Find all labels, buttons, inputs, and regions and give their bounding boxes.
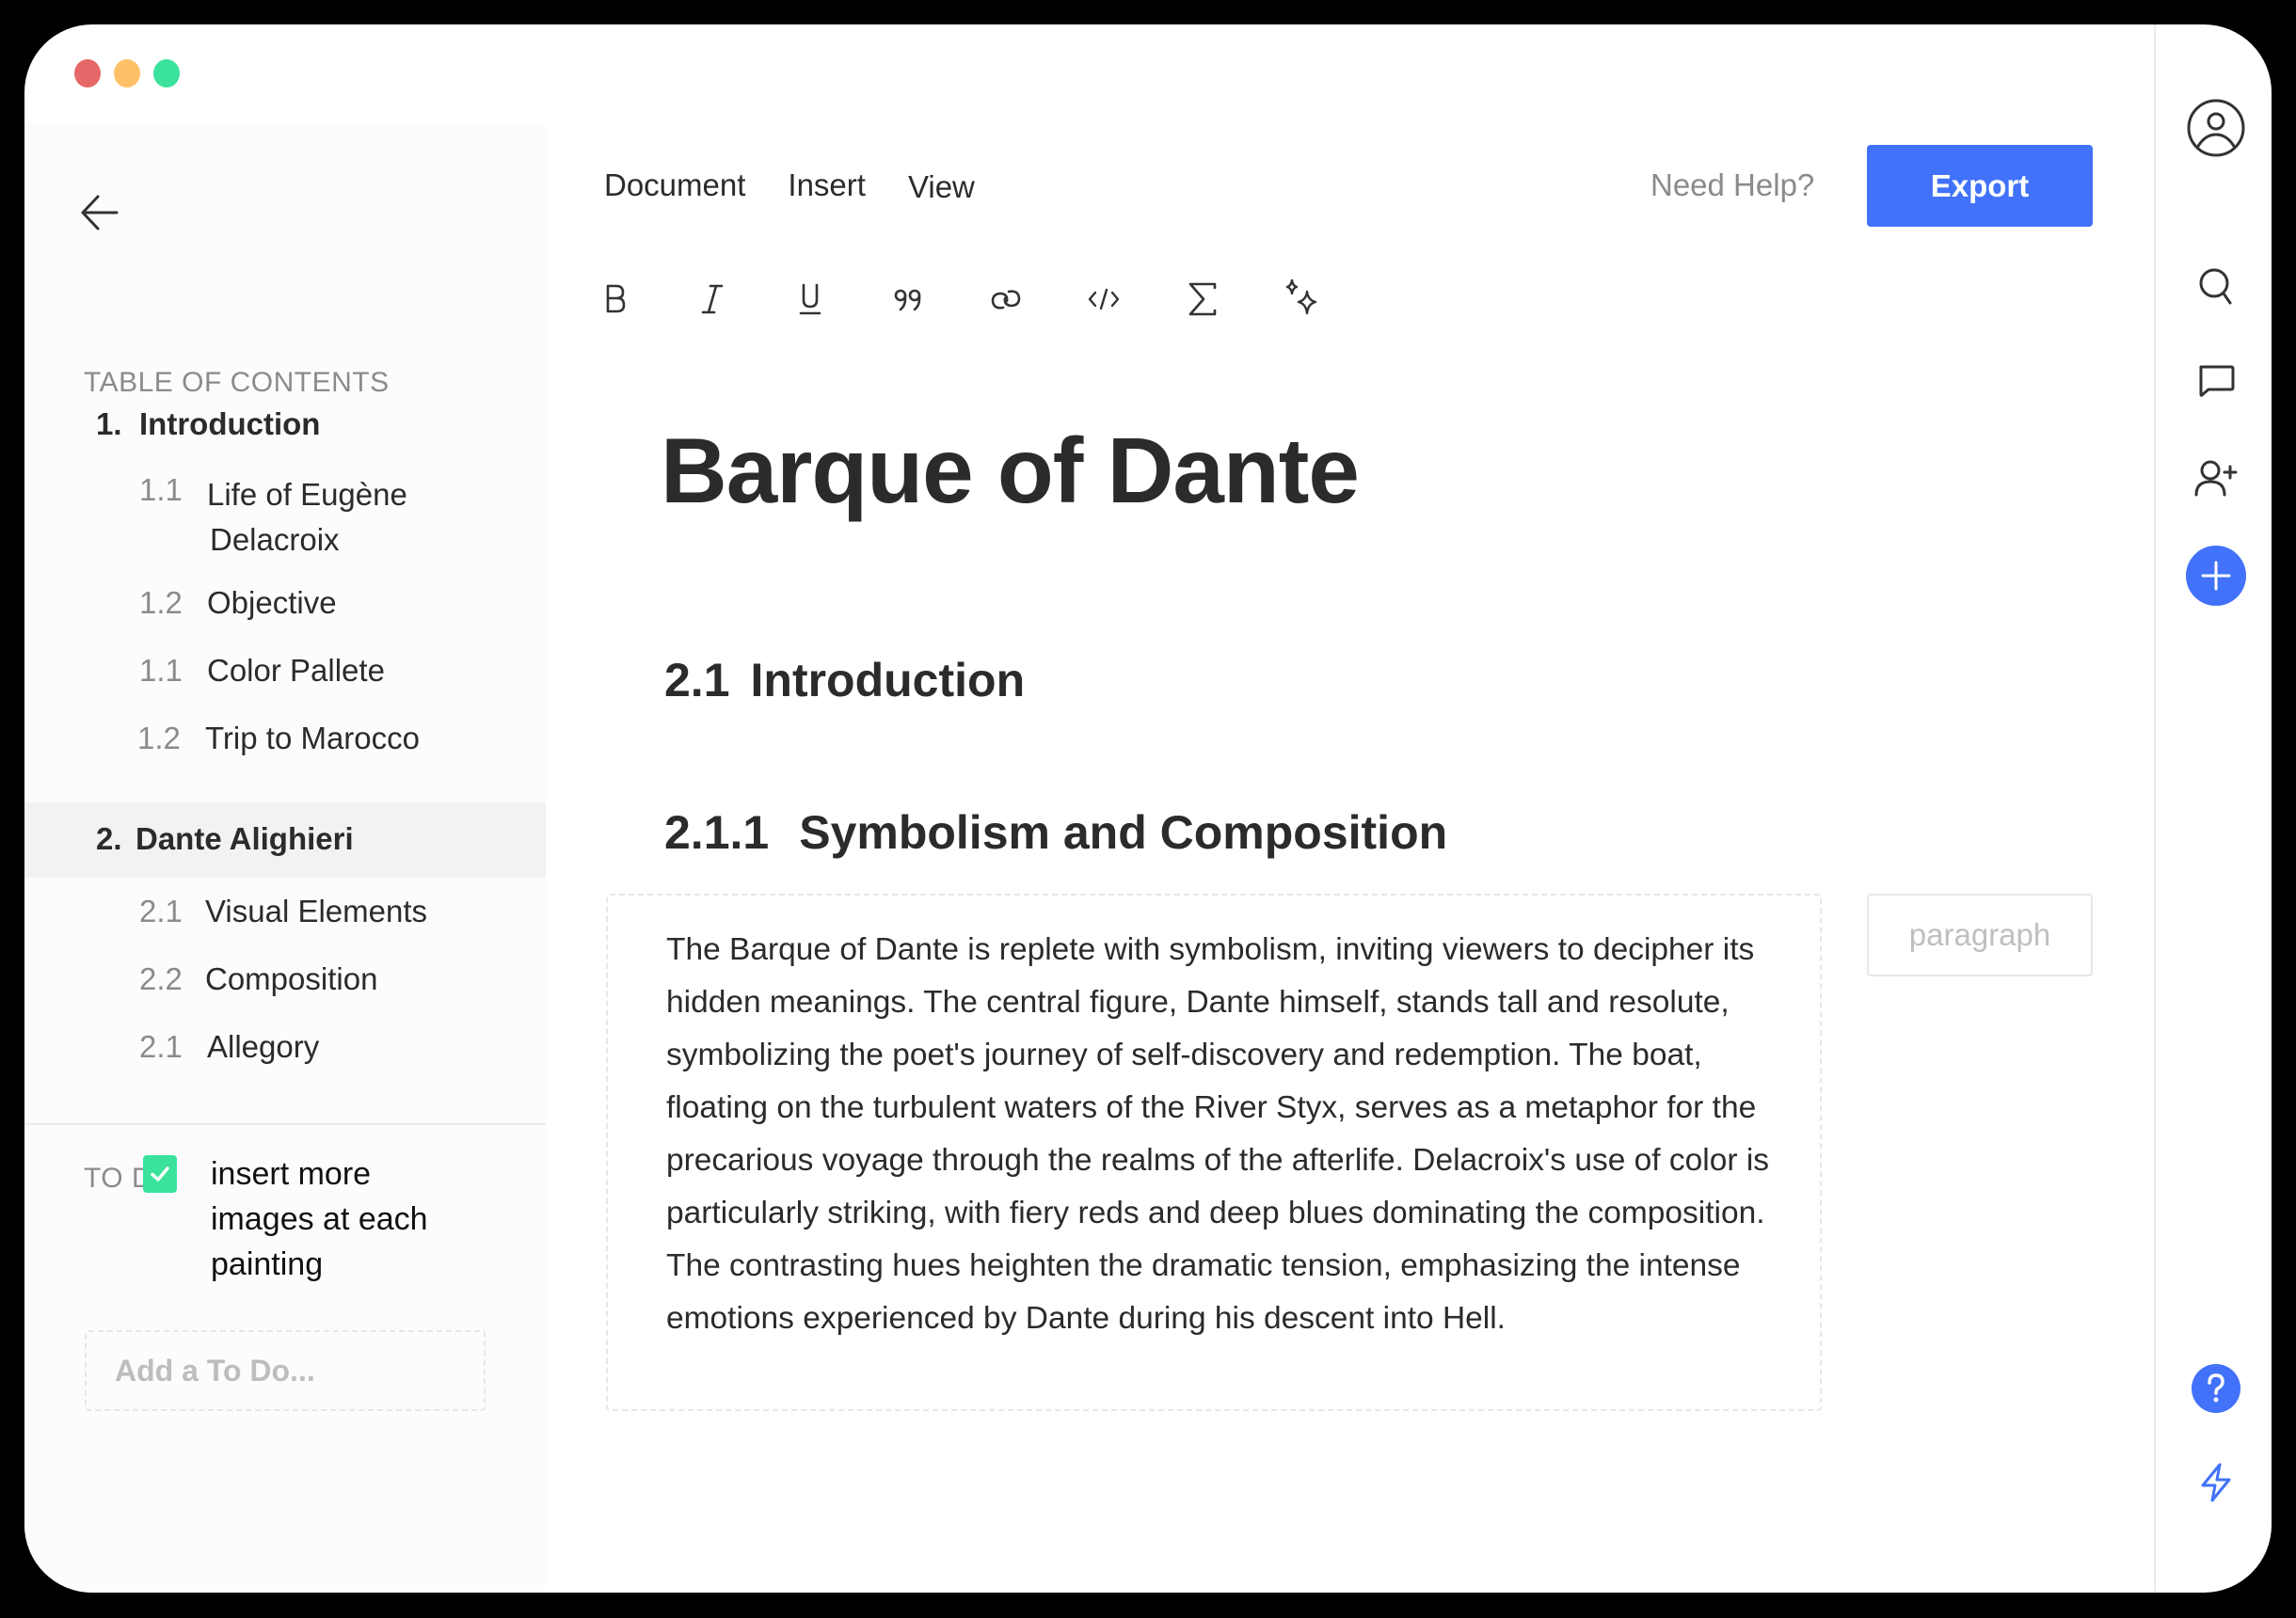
add-collaborator-button[interactable] <box>2186 448 2246 508</box>
help-button[interactable] <box>2186 1358 2246 1419</box>
sparkles-icon <box>1285 278 1317 315</box>
formula-button[interactable] <box>1178 273 1229 325</box>
need-help-link[interactable]: Need Help? <box>1650 167 1814 203</box>
toc-item-number: 2.2 <box>139 961 183 996</box>
toc-item-label: Allegory <box>207 1029 320 1064</box>
left-sidebar: TABLE OF CONTENTS 1. Introduction 1.1 Li… <box>24 124 546 1593</box>
toc-item-life-of-eugene-delacroix[interactable]: 1.1 Life of Eugène Delacroix <box>24 465 546 559</box>
comment-icon <box>2199 365 2235 397</box>
quick-actions-button[interactable] <box>2186 1452 2246 1513</box>
todo-checkbox[interactable] <box>143 1155 177 1193</box>
right-rail-divider <box>2154 24 2156 1593</box>
section-title: Introduction <box>750 654 1026 706</box>
toc-item-color-pallete[interactable]: 1.1 Color Pallete <box>24 645 546 702</box>
maximize-window-button[interactable] <box>153 59 180 87</box>
menu-insert[interactable]: Insert <box>788 167 866 205</box>
underline-icon <box>799 283 821 315</box>
subsection-title: Symbolism and Composition <box>799 806 1448 859</box>
add-todo-input[interactable] <box>85 1330 486 1411</box>
window-controls <box>74 59 180 87</box>
quote-button[interactable] <box>883 273 933 325</box>
toc-item-label: Composition <box>205 961 378 996</box>
toc-item-number: 2. <box>96 821 122 856</box>
todo-item: insert more images at each painting <box>143 1151 474 1287</box>
app-window: TABLE OF CONTENTS 1. Introduction 1.1 Li… <box>24 24 2272 1593</box>
minimize-window-button[interactable] <box>114 59 140 87</box>
sidebar-divider <box>24 1123 546 1125</box>
paragraph-block[interactable]: The Barque of Dante is replete with symb… <box>606 894 1822 1411</box>
bold-icon <box>606 284 626 313</box>
toc-item-label: Objective <box>207 585 337 620</box>
toc-item-label: Life of Eugène Delacroix <box>207 477 407 557</box>
toc-item-number: 1.1 <box>139 653 183 688</box>
close-window-button[interactable] <box>74 59 101 87</box>
add-button[interactable] <box>2186 546 2246 606</box>
link-button[interactable] <box>981 273 1031 325</box>
ai-assist-button[interactable] <box>1276 273 1327 325</box>
toc-item-number: 2.1 <box>139 1029 183 1064</box>
link-icon <box>991 290 1021 309</box>
section-number: 2.1 <box>664 654 730 706</box>
paragraph-text[interactable]: The Barque of Dante is replete with symb… <box>666 924 1795 1345</box>
add-icon <box>2186 546 2246 606</box>
menu-view[interactable]: View <box>908 169 975 205</box>
toc-item-objective[interactable]: 1.2 Objective <box>24 578 546 634</box>
underline-button[interactable] <box>785 273 836 325</box>
code-icon <box>1088 288 1120 310</box>
search-button[interactable] <box>2186 256 2246 316</box>
toc-item-number: 1. <box>96 406 122 441</box>
toc-item-visual-elements[interactable]: 2.1 Visual Elements <box>24 886 546 943</box>
help-icon <box>2192 1364 2240 1413</box>
toc-item-number: 1.2 <box>139 585 183 620</box>
checkmark-icon <box>151 1166 169 1182</box>
menu-document[interactable]: Document <box>604 167 745 205</box>
toc-item-label: Color Pallete <box>207 653 385 688</box>
quote-icon <box>894 289 921 311</box>
subsection-number: 2.1.1 <box>664 806 770 859</box>
toc-item-number: 1.1 <box>139 472 183 507</box>
toc-item-label: Visual Elements <box>205 894 428 928</box>
lightning-icon <box>2201 1463 2231 1502</box>
sigma-icon <box>1188 282 1217 316</box>
toc-item-allegory[interactable]: 2.1 Allegory <box>24 1022 546 1078</box>
italic-icon <box>701 284 724 314</box>
back-button[interactable] <box>79 192 120 233</box>
user-profile-icon <box>2187 99 2245 157</box>
block-style-selector[interactable]: paragraph <box>1867 894 2093 976</box>
export-button[interactable]: Export <box>1867 145 2093 227</box>
toc-item-number: 1.2 <box>137 721 181 755</box>
bold-button[interactable] <box>589 273 640 325</box>
document-title[interactable]: Barque of Dante <box>661 418 1360 524</box>
todo-text: insert more images at each painting <box>211 1156 428 1282</box>
comments-button[interactable] <box>2186 352 2246 412</box>
subsection-heading[interactable]: 2.1.1 Symbolism and Composition <box>664 805 1447 860</box>
italic-button[interactable] <box>687 273 738 325</box>
toc-title: TABLE OF CONTENTS <box>84 367 390 398</box>
toc-item-label: Dante Alighieri <box>136 821 354 856</box>
menu-bar: Document Insert View <box>604 167 1017 205</box>
toc-item-trip-to-marocco[interactable]: 1.2 Trip to Marocco <box>24 713 546 769</box>
toc-item-composition[interactable]: 2.2 Composition <box>24 954 546 1010</box>
toc-item-label: Trip to Marocco <box>205 721 421 755</box>
profile-button[interactable] <box>2186 98 2246 158</box>
toc-item-label: Introduction <box>139 406 321 441</box>
add-user-icon <box>2194 460 2238 497</box>
toc-item-dante-alighieri[interactable]: 2. Dante Alighieri <box>24 802 546 878</box>
section-heading[interactable]: 2.1 Introduction <box>664 653 1025 707</box>
arrow-left-icon <box>81 195 119 230</box>
code-button[interactable] <box>1078 273 1129 325</box>
toc-item-number: 2.1 <box>139 894 183 928</box>
search-icon <box>2199 268 2232 305</box>
toc-item-introduction[interactable]: 1. Introduction <box>24 397 546 453</box>
